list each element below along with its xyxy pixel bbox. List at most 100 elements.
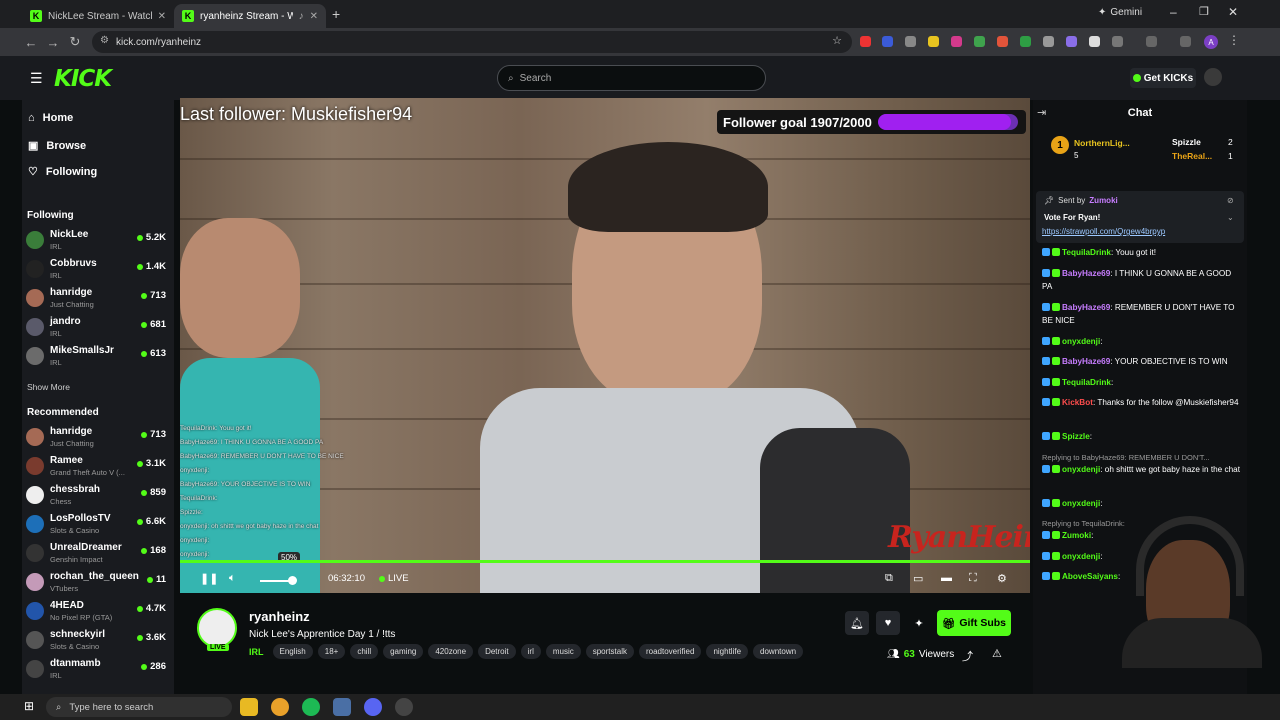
- chat-username[interactable]: onyxdenji: [1062, 465, 1100, 474]
- unpin-icon[interactable]: ⊘: [1227, 196, 1234, 205]
- chat-username[interactable]: BabyHaze69: [1062, 269, 1110, 278]
- minimize-button[interactable]: –: [1170, 5, 1177, 19]
- sidebar-channel-lospollostv[interactable]: LosPollosTV Slots & Casino 6.6K: [26, 512, 170, 538]
- browser-tab-ryanheinz[interactable]: K ryanheinz Stream - Watch L ♪ ✕: [174, 4, 326, 28]
- sidebar-channel-hanridge[interactable]: hanridge Just Chatting 713: [26, 286, 170, 312]
- site-info-icon[interactable]: ⚙: [100, 35, 109, 46]
- sidebar-channel-ramee[interactable]: Ramee Grand Theft Auto V (... 3.1K: [26, 454, 170, 480]
- sidebar-channel-chessbrah[interactable]: chessbrah Chess 859: [26, 483, 170, 509]
- user-avatar[interactable]: [1204, 68, 1222, 86]
- theater-mode-icon[interactable]: ▬: [941, 572, 952, 584]
- stream-tag[interactable]: English: [272, 644, 313, 659]
- settings-gear-icon[interactable]: ⚙: [997, 572, 1007, 585]
- address-bar[interactable]: ⚙ kick.com/ryanheinz ☆: [92, 31, 852, 53]
- chrome-icon[interactable]: [271, 698, 289, 716]
- sidebar-channel-hanridge[interactable]: hanridge Just Chatting 713: [26, 425, 170, 451]
- stream-tag[interactable]: Detroit: [478, 644, 516, 659]
- streamer-name[interactable]: ryanheinz: [249, 609, 310, 624]
- windows-start-icon[interactable]: ⊞: [24, 699, 34, 713]
- close-tab-icon[interactable]: ✕: [158, 11, 166, 22]
- top-gifter-name[interactable]: NorthernLig...: [1074, 138, 1130, 148]
- tab-search-icon[interactable]: [1146, 36, 1157, 47]
- stream-tag[interactable]: nightlife: [706, 644, 749, 659]
- app-icon[interactable]: [333, 698, 351, 716]
- extension-icon[interactable]: [974, 36, 985, 47]
- chat-username[interactable]: onyxdenji: [1062, 337, 1100, 346]
- sparkle-button[interactable]: ✦: [907, 611, 931, 635]
- pinned-link[interactable]: https://strawpoll.com/Qrgew4brpyp: [1042, 227, 1165, 236]
- bookmark-star-icon[interactable]: ☆: [832, 34, 842, 47]
- sidebar-channel-cobbruvs[interactable]: Cobbruvs IRL 1.4K: [26, 257, 170, 283]
- stream-tag[interactable]: roadtoverified: [638, 644, 702, 659]
- close-tab-icon[interactable]: ✕: [310, 11, 318, 22]
- stream-tag[interactable]: sportstalk: [585, 644, 634, 659]
- pip-icon[interactable]: ▭: [913, 572, 923, 585]
- extension-icon[interactable]: [882, 36, 893, 47]
- kick-logo[interactable]: KICK: [54, 66, 112, 92]
- new-tab-button[interactable]: +: [332, 6, 340, 22]
- maximize-button[interactable]: ❐: [1199, 5, 1209, 18]
- extensions-puzzle-icon[interactable]: [1112, 36, 1123, 47]
- sidebar-item-following[interactable]: ♡ Following: [28, 165, 97, 179]
- reading-list-icon[interactable]: [1180, 36, 1191, 47]
- browser-tab-nicklee[interactable]: K NickLee Stream - Watch Live on ✕: [22, 4, 174, 28]
- stream-category[interactable]: IRL: [249, 647, 264, 657]
- pause-icon[interactable]: ❚❚: [200, 572, 218, 585]
- stream-tag[interactable]: 420zone: [428, 644, 474, 659]
- discord-icon[interactable]: [364, 698, 382, 716]
- file-explorer-icon[interactable]: [240, 698, 258, 716]
- report-icon[interactable]: ⚠: [992, 647, 1002, 660]
- top-gifter-name[interactable]: Spizzle: [1172, 137, 1201, 147]
- top-gifter-name[interactable]: TheReal...: [1172, 151, 1212, 161]
- video-player[interactable]: Last follower: Muskiefisher94 Follower g…: [180, 98, 1030, 593]
- follow-button[interactable]: ♥: [876, 611, 900, 635]
- stream-tag[interactable]: downtown: [753, 644, 804, 659]
- chat-username[interactable]: Zumoki: [1062, 531, 1091, 540]
- extension-icon[interactable]: [860, 36, 871, 47]
- chat-username[interactable]: BabyHaze69: [1062, 303, 1110, 312]
- search-input[interactable]: ⌕ Search: [497, 65, 766, 91]
- volume-icon[interactable]: 🔈︎: [229, 572, 236, 585]
- chat-username[interactable]: BabyHaze69: [1062, 357, 1110, 366]
- stream-tag[interactable]: chill: [350, 644, 379, 659]
- show-more-link[interactable]: Show More: [27, 382, 70, 392]
- sidebar-channel-unrealdreamer[interactable]: UnrealDreamer Genshin Impact 168: [26, 541, 170, 567]
- obs-icon[interactable]: [395, 698, 413, 716]
- back-icon[interactable]: ←: [22, 33, 40, 51]
- extension-icon[interactable]: [1089, 36, 1100, 47]
- chat-username[interactable]: TequilaDrink: [1062, 378, 1111, 387]
- gift-subs-button[interactable]: 🎁︎ Gift Subs: [937, 610, 1011, 636]
- browser-menu-icon[interactable]: ⋮: [1228, 33, 1240, 47]
- chat-username[interactable]: KickBot: [1062, 398, 1093, 407]
- sidebar-channel-nicklee[interactable]: NickLee IRL 5.2K: [26, 228, 170, 254]
- stream-tag[interactable]: gaming: [383, 644, 424, 659]
- sidebar-item-home[interactable]: ⌂ Home: [28, 112, 73, 124]
- fullscreen-icon[interactable]: ⛶: [969, 572, 977, 585]
- get-kicks-button[interactable]: Get KICKs: [1130, 68, 1196, 88]
- chat-username[interactable]: TequilaDrink: [1062, 248, 1111, 257]
- sidebar-item-browse[interactable]: ▣ Browse: [28, 139, 86, 153]
- sidebar-channel-rochan_the_queen[interactable]: rochan_the_queen VTubers 11: [26, 570, 170, 596]
- profile-avatar[interactable]: A: [1204, 35, 1218, 49]
- share-icon[interactable]: ⤴: [962, 648, 973, 664]
- chat-username[interactable]: AboveSaiyans: [1062, 572, 1118, 581]
- audio-icon[interactable]: ♪: [299, 11, 304, 22]
- notification-bell-button[interactable]: 🔔︎: [845, 611, 869, 635]
- reload-icon[interactable]: ↻: [66, 33, 84, 51]
- hamburger-menu-icon[interactable]: ☰: [30, 70, 43, 87]
- chat-username[interactable]: Spizzle: [1062, 432, 1090, 441]
- chat-username[interactable]: onyxdenji: [1062, 499, 1100, 508]
- chat-username[interactable]: onyxdenji: [1062, 552, 1100, 561]
- pinned-sender-name[interactable]: Zumoki: [1089, 196, 1117, 205]
- volume-slider-handle[interactable]: [288, 576, 297, 585]
- chevron-down-icon[interactable]: ⌄: [1227, 213, 1234, 222]
- sidebar-channel-jandro[interactable]: jandro IRL 681: [26, 315, 170, 341]
- stream-tag[interactable]: 18+: [317, 644, 346, 659]
- extension-icon[interactable]: [1066, 36, 1077, 47]
- sidebar-channel-dtanmamb[interactable]: dtanmamb IRL 286: [26, 657, 170, 683]
- video-progress-bar[interactable]: [180, 560, 1030, 563]
- sidebar-channel-schneckyirl[interactable]: schneckyirl Slots & Casino 3.6K: [26, 628, 170, 654]
- clip-icon[interactable]: ⧉: [885, 572, 893, 585]
- extension-icon[interactable]: [1043, 36, 1054, 47]
- close-window-button[interactable]: ✕: [1228, 5, 1238, 19]
